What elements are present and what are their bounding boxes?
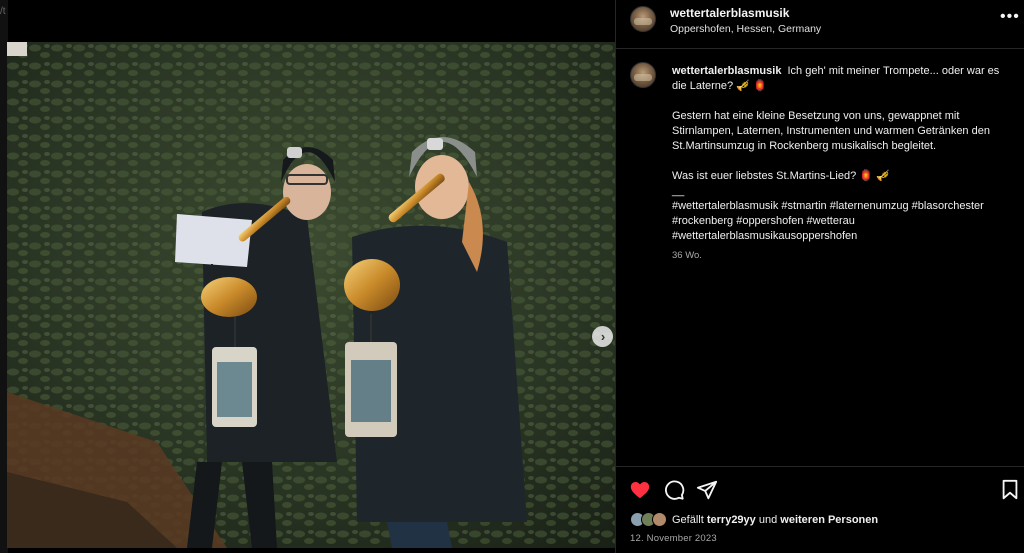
likes-user[interactable]: terry29yy — [707, 514, 756, 526]
caption-separator: __ — [672, 185, 685, 197]
comment-button[interactable] — [663, 479, 685, 501]
more-horizontal-icon: ••• — [1000, 8, 1020, 25]
caption-time-ago: 36 Wo. — [672, 250, 702, 261]
save-button[interactable] — [1000, 479, 1022, 501]
likes-summary[interactable]: Gefällt terry29yy und weiteren Personen — [630, 512, 878, 527]
post-details-panel: wettertalerblasmusik Oppershofen, Hessen… — [615, 0, 1024, 553]
likes-prefix: Gefällt — [672, 513, 704, 526]
backdrop-glyph: /t — [0, 6, 6, 17]
heart-filled-icon — [630, 482, 650, 499]
carousel-next-button[interactable]: › — [592, 326, 613, 347]
caption-paragraph: Gestern hat eine kleine Besetzung von un… — [672, 110, 990, 152]
avatar — [652, 512, 667, 527]
avatar[interactable] — [630, 6, 656, 32]
caption-avatar[interactable] — [630, 62, 656, 88]
share-button[interactable] — [696, 479, 718, 501]
post-caption: wettertalerblasmusik Ich geh' mit meiner… — [672, 64, 1012, 263]
post-photo — [7, 42, 615, 548]
post-media[interactable]: › — [7, 42, 615, 548]
post-location[interactable]: Oppershofen, Hessen, Germany — [670, 23, 821, 35]
likes-conjunction: und — [758, 513, 778, 526]
caption-hashtags[interactable]: #wettertalerblasmusik #stmartin #laterne… — [672, 199, 1012, 244]
chevron-right-icon: › — [600, 329, 606, 344]
bookmark-icon — [1002, 479, 1018, 500]
caption-block: wettertalerblasmusik Ich geh' mit meiner… — [616, 50, 1024, 465]
likes-others[interactable]: weiteren Personen — [780, 514, 878, 526]
send-icon — [696, 480, 718, 500]
like-button[interactable] — [629, 479, 651, 501]
caption-question: Was ist euer liebstes St.Martins-Lied? 🏮… — [672, 170, 890, 182]
liker-avatars — [630, 512, 667, 527]
post-header: wettertalerblasmusik Oppershofen, Hessen… — [616, 0, 1024, 49]
post-username[interactable]: wettertalerblasmusik — [670, 6, 789, 20]
comment-icon — [665, 480, 685, 500]
caption-author[interactable]: wettertalerblasmusik — [672, 65, 781, 77]
post-actions-bar — [616, 466, 1024, 510]
more-options-button[interactable]: ••• — [1000, 9, 1020, 25]
post-date[interactable]: 12. November 2023 — [630, 533, 717, 544]
